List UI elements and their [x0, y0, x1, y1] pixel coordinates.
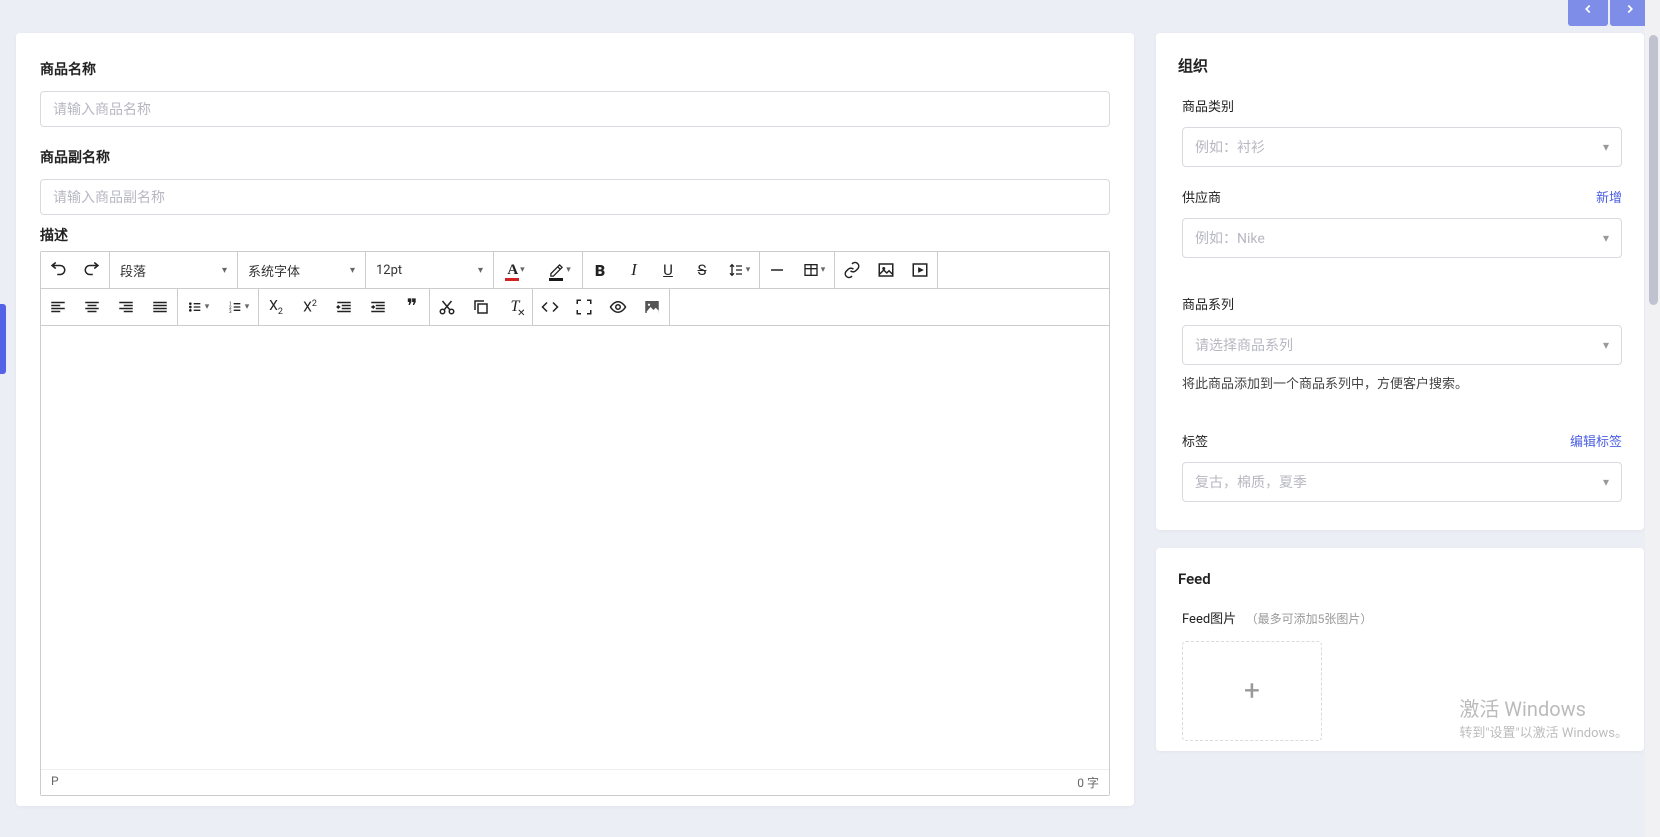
outdent-button[interactable]: [327, 289, 361, 325]
plus-icon: +: [1244, 674, 1260, 707]
chevron-down-icon: ▾: [1603, 140, 1609, 154]
feed-image-label: Feed图片: [1182, 612, 1236, 627]
font-size-label: 12pt: [376, 263, 402, 278]
horizontal-rule-button[interactable]: [760, 252, 794, 288]
fullscreen-button[interactable]: [567, 289, 601, 325]
editor-word-count: 0 字: [1077, 774, 1099, 791]
left-accent-bar: [0, 304, 6, 374]
tags-placeholder: 复古，棉质，夏季: [1195, 472, 1307, 492]
feed-image-note: （最多可添加5张图片）: [1246, 612, 1373, 626]
editor-path: P: [51, 774, 59, 791]
blockquote-button[interactable]: ❞: [395, 289, 429, 325]
chevron-down-icon: ▾: [222, 265, 227, 276]
subscript-button[interactable]: X2: [259, 289, 293, 325]
tags-edit-link[interactable]: 编辑标签: [1570, 431, 1622, 450]
image-button[interactable]: [869, 252, 903, 288]
feed-title: Feed: [1178, 570, 1622, 588]
supplier-label: 供应商: [1182, 187, 1221, 206]
feed-image-upload[interactable]: +: [1182, 641, 1322, 741]
undo-button[interactable]: [41, 252, 75, 288]
watermark-line1: 激活 Windows: [1459, 694, 1628, 724]
editor-content-area[interactable]: [41, 326, 1109, 769]
chevron-down-icon: ▾: [478, 265, 483, 276]
align-right-button[interactable]: [109, 289, 143, 325]
product-name-label: 商品名称: [40, 59, 1110, 79]
series-placeholder: 请选择商品系列: [1195, 335, 1293, 355]
text-color-button[interactable]: A ▾: [494, 252, 538, 288]
align-left-button[interactable]: [41, 289, 75, 325]
superscript-button[interactable]: X2: [293, 289, 327, 325]
series-label: 商品系列: [1182, 294, 1622, 313]
numbered-list-button[interactable]: 123 ▾: [218, 289, 258, 325]
svg-text:3: 3: [229, 309, 232, 315]
editor-statusbar: P 0 字: [41, 769, 1109, 795]
product-name-input[interactable]: [40, 91, 1110, 127]
nav-prev-button[interactable]: [1568, 0, 1608, 26]
organization-title: 组织: [1178, 55, 1622, 76]
tags-select[interactable]: 复古，棉质，夏季 ▾: [1182, 462, 1622, 502]
rich-text-editor: 段落 ▾ 系统字体 ▾ 12pt ▾ A: [40, 251, 1110, 796]
copy-button[interactable]: [464, 289, 498, 325]
supplier-placeholder: 例如：Nike: [1195, 228, 1265, 248]
background-color-button[interactable]: ▾: [538, 252, 582, 288]
align-justify-button[interactable]: [143, 289, 177, 325]
windows-activation-watermark: 激活 Windows 转到"设置"以激活 Windows。: [1459, 694, 1628, 744]
main-form-card: 商品名称 商品副名称 描述: [16, 33, 1134, 806]
bold-button[interactable]: B: [583, 252, 617, 288]
redo-button[interactable]: [75, 252, 109, 288]
product-subname-input[interactable]: [40, 179, 1110, 215]
italic-button[interactable]: I: [617, 252, 651, 288]
product-subname-label: 商品副名称: [40, 147, 1110, 167]
clear-format-button[interactable]: T✕: [498, 289, 532, 325]
supplier-select[interactable]: 例如：Nike ▾: [1182, 218, 1622, 258]
chevron-down-icon: ▾: [1603, 475, 1609, 489]
cut-button[interactable]: [430, 289, 464, 325]
editor-toolbar: 段落 ▾ 系统字体 ▾ 12pt ▾ A: [41, 252, 1109, 326]
watermark-line2: 转到"设置"以激活 Windows。: [1459, 724, 1628, 744]
image-edit-button[interactable]: [635, 289, 669, 325]
page-nav-arrows: [1568, 0, 1650, 26]
code-view-button[interactable]: [533, 289, 567, 325]
tags-label: 标签: [1182, 431, 1208, 450]
category-label: 商品类别: [1182, 96, 1622, 115]
underline-button[interactable]: U: [651, 252, 685, 288]
table-button[interactable]: ▾: [794, 252, 834, 288]
organization-card: 组织 商品类别 例如：衬衫 ▾ 供应商 新增 例如：Nike: [1156, 33, 1644, 530]
link-button[interactable]: [835, 252, 869, 288]
font-family-label: 系统字体: [248, 261, 300, 280]
block-format-label: 段落: [120, 261, 146, 280]
category-select[interactable]: 例如：衬衫 ▾: [1182, 127, 1622, 167]
chevron-down-icon: ▾: [350, 265, 355, 276]
video-button[interactable]: [903, 252, 937, 288]
line-height-button[interactable]: ▾: [719, 252, 759, 288]
series-helper-text: 将此商品添加到一个商品系列中，方便客户搜索。: [1182, 375, 1622, 395]
bullet-list-button[interactable]: ▾: [178, 289, 218, 325]
indent-button[interactable]: [361, 289, 395, 325]
description-label: 描述: [40, 225, 1110, 245]
align-center-button[interactable]: [75, 289, 109, 325]
strikethrough-button[interactable]: S: [685, 252, 719, 288]
category-placeholder: 例如：衬衫: [1195, 137, 1265, 157]
preview-button[interactable]: [601, 289, 635, 325]
chevron-down-icon: ▾: [1603, 231, 1609, 245]
nav-next-button[interactable]: [1610, 0, 1650, 26]
series-select[interactable]: 请选择商品系列 ▾: [1182, 325, 1622, 365]
block-format-select[interactable]: 段落 ▾: [110, 252, 238, 288]
chevron-down-icon: ▾: [1603, 338, 1609, 352]
supplier-add-link[interactable]: 新增: [1596, 187, 1622, 206]
page-scrollbar-track[interactable]: [1645, 0, 1660, 837]
font-family-select[interactable]: 系统字体 ▾: [238, 252, 366, 288]
page-scrollbar-thumb[interactable]: [1649, 35, 1658, 305]
font-size-select[interactable]: 12pt ▾: [366, 252, 494, 288]
